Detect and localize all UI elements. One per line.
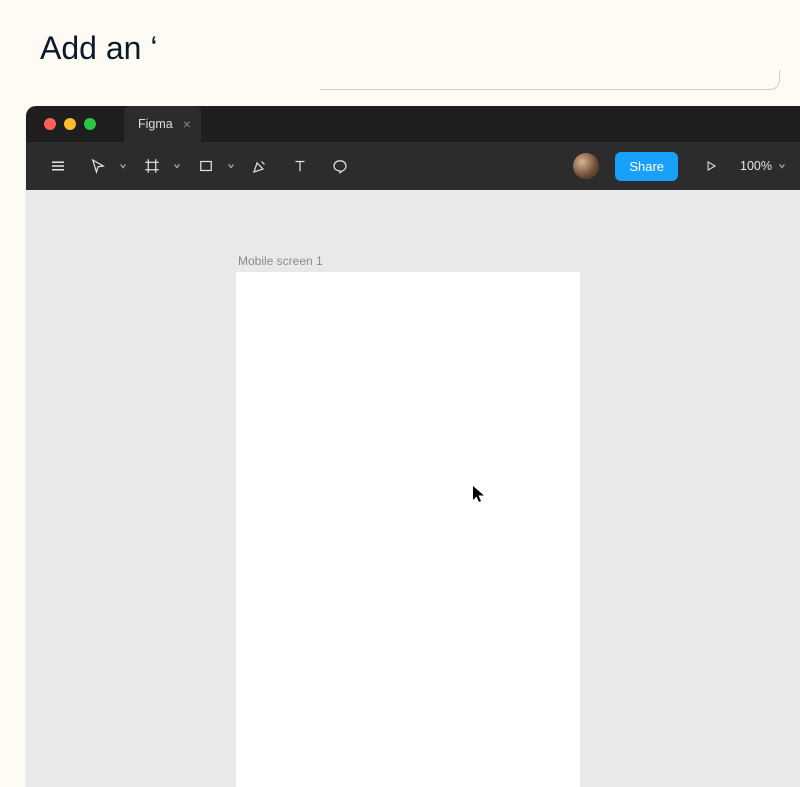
chevron-down-icon[interactable] (224, 162, 238, 170)
toolbar: Share 100% (26, 142, 800, 190)
share-button[interactable]: Share (615, 152, 678, 181)
frame-tool-group (134, 148, 184, 184)
rectangle-tool[interactable] (188, 148, 224, 184)
frame-label[interactable]: Mobile screen 1 (238, 254, 323, 268)
window-fullscreen-button[interactable] (84, 118, 96, 130)
tab-strip: Figma × (26, 106, 800, 142)
chevron-down-icon[interactable] (116, 162, 130, 170)
pen-tool[interactable] (242, 148, 278, 184)
tab-label: Figma (138, 117, 173, 131)
chevron-down-icon[interactable] (170, 162, 184, 170)
shape-tool-group (188, 148, 238, 184)
tab-figma[interactable]: Figma × (124, 106, 201, 142)
frame-mobile-screen-1[interactable] (236, 272, 580, 787)
canvas[interactable]: Mobile screen 1 (26, 190, 800, 787)
chevron-down-icon (778, 162, 786, 170)
window-close-button[interactable] (44, 118, 56, 130)
window-minimize-button[interactable] (64, 118, 76, 130)
traffic-lights (38, 118, 114, 130)
zoom-label: 100% (740, 159, 772, 173)
main-menu-button[interactable] (40, 148, 76, 184)
input-underline (320, 70, 780, 90)
move-tool-group (80, 148, 130, 184)
zoom-control[interactable]: 100% (740, 159, 786, 173)
close-icon[interactable]: × (183, 117, 191, 131)
comment-tool[interactable] (322, 148, 358, 184)
app-window: Figma × (26, 106, 800, 787)
page-heading: Add an ‘ (40, 30, 157, 67)
text-tool[interactable] (282, 148, 318, 184)
present-button[interactable] (696, 151, 726, 181)
move-tool[interactable] (80, 148, 116, 184)
avatar[interactable] (573, 153, 599, 179)
frame-tool[interactable] (134, 148, 170, 184)
